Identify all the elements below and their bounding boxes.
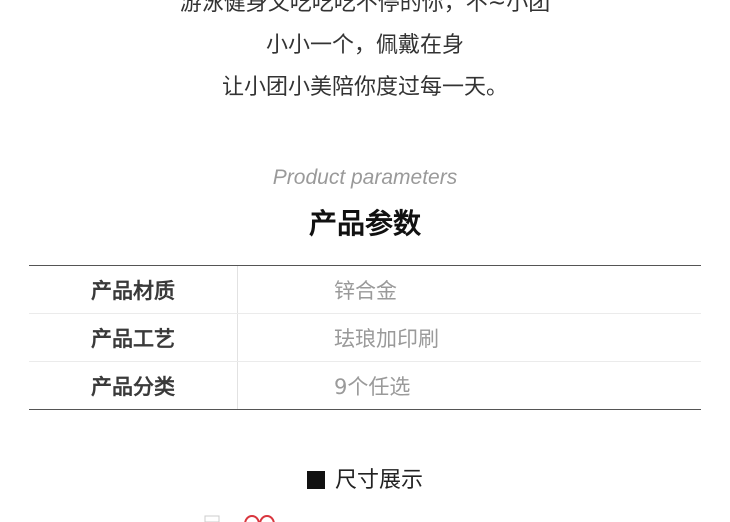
table-row: 产品材质 锌合金 (29, 266, 701, 313)
size-section-title: 尺寸展示 (334, 468, 423, 493)
square-bullet-icon (306, 471, 325, 489)
preview-frame (204, 515, 220, 522)
table-row: 产品工艺 珐琅加印刷 (29, 313, 701, 361)
intro-line: 让小团小美陪你度过每一天。 (221, 75, 508, 100)
intro-line: 小小一个，佩戴在身 (265, 33, 464, 58)
param-label: 产品材质 (29, 266, 238, 313)
params-table: 产品材质 锌合金 产品工艺 珐琅加印刷 产品分类 9个任选 (29, 265, 701, 410)
param-value: 锌合金 (334, 278, 397, 303)
intro-line: 游泳健身又吃吃吃不停的你，不~小团 (179, 0, 551, 16)
params-title-en: Product parameters (272, 166, 458, 189)
table-row: 产品分类 9个任选 (29, 361, 701, 409)
preview-charm-right (259, 515, 275, 522)
params-title-cn: 产品参数 (308, 207, 421, 240)
param-label: 产品工艺 (29, 314, 238, 361)
product-preview-image (204, 515, 275, 522)
preview-charm-left (244, 515, 260, 522)
size-section-heading: 尺寸展示 (0, 462, 730, 494)
param-label: 产品分类 (29, 362, 238, 409)
param-value: 珐琅加印刷 (334, 326, 439, 351)
param-value: 9个任选 (334, 374, 411, 399)
intro-text: 游泳健身又吃吃吃不停的你，不~小团 小小一个，佩戴在身 让小团小美陪你度过每一天… (0, 0, 730, 109)
